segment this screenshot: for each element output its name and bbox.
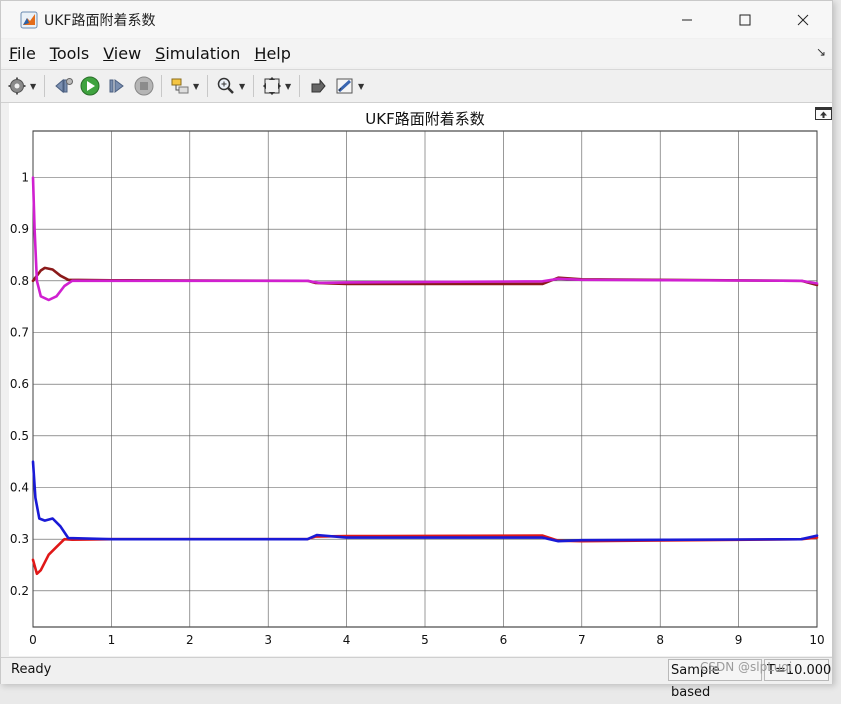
toolbar-separator [253,75,254,97]
menu-help-label: elp [266,43,291,63]
title-bar[interactable]: UKF路面附着系数 [1,1,832,38]
undock-button[interactable] [815,105,832,120]
x-tick-label: 3 [264,633,272,647]
toolbar-separator [299,75,300,97]
scope-window: UKF路面附着系数 File Tools View Simulation Hel… [0,0,833,700]
chart-title: UKF路面附着系数 [365,110,484,128]
watermark: CSDN @slpLuqi [700,660,793,674]
close-icon [797,14,809,25]
x-tick-label: 1 [108,633,116,647]
restore-icon [311,78,326,93]
y-tick-label: 0.7 [10,326,29,340]
stop-button[interactable] [133,75,155,97]
step-back-button[interactable] [52,75,74,97]
undock-icon [815,107,832,120]
y-tick-label: 0.5 [10,429,29,443]
x-tick-label: 0 [29,633,37,647]
run-button[interactable] [79,75,101,97]
menu-tools[interactable]: Tools [50,44,89,63]
run-icon [80,76,100,96]
menu-simulation[interactable]: Simulation [155,44,240,63]
x-tick-label: 2 [186,633,194,647]
step-back-icon [55,78,73,94]
menu-tools-mnemonic: T [49,43,57,63]
status-text: Ready [11,662,52,677]
menu-simulation-label: imulation [165,43,241,63]
step-forward-button[interactable] [106,75,128,97]
x-tick-label: 4 [343,633,351,647]
y-tick-label: 0.4 [10,481,29,495]
dock-arrow-icon[interactable]: ↘ [816,45,826,59]
menu-file-label: ile [17,43,36,63]
menu-simulation-mnemonic: S [155,43,166,63]
fit-view-button[interactable] [261,75,283,97]
line-chart[interactable]: 0 1 2 3 4 5 6 7 8 9 10 0.2 0.3 0.4 0.5 0.6 0.7 0.8 0.9 1 UKF… [9,103,832,656]
x-tick-label: 5 [421,633,429,647]
menu-bar: File Tools View Simulation Help ↘ [1,39,832,67]
fit-view-icon [263,77,281,95]
menu-view-label: iew [113,43,142,63]
restore-button[interactable] [307,75,329,97]
stop-icon [134,76,154,96]
window-title: UKF路面附着系数 [44,12,156,29]
x-tick-label: 9 [735,633,743,647]
matlab-logo-icon [20,11,38,28]
y-tick-label: 0.9 [10,222,29,236]
toolbar: ▼ ▼ ▼ ▼ ▼ [1,69,832,103]
toolbar-separator [207,75,208,97]
menu-file[interactable]: File [9,44,36,63]
menu-help-mnemonic: H [254,43,267,63]
menu-tools-label: ools [56,43,90,63]
fit-view-dropdown-icon[interactable]: ▼ [285,82,293,91]
menu-help[interactable]: Help [254,44,290,63]
zoom-icon [217,77,234,94]
gear-icon [8,77,26,95]
y-tick-label: 0.6 [10,377,29,391]
x-tick-label: 10 [809,633,824,647]
y-tick-label: 0.3 [10,532,29,546]
maximize-button[interactable] [716,1,774,38]
toolbar-separator [161,75,162,97]
y-tick-label: 0.2 [10,584,29,598]
y-tick-label: 0.8 [10,274,29,288]
step-forward-icon [109,79,124,93]
minimize-icon [682,19,692,20]
menu-view[interactable]: View [103,44,141,63]
y-tick-label: 1 [21,171,29,185]
settings-dropdown-icon[interactable]: ▼ [30,82,38,91]
scope-plot-area[interactable]: 0 1 2 3 4 5 6 7 8 9 10 0.2 0.3 0.4 0.5 0.6 0.7 0.8 0.9 1 UKF… [9,103,832,656]
style-button[interactable] [334,75,356,97]
highlight-block-icon [171,78,189,94]
x-tick-label: 7 [578,633,586,647]
menu-file-mnemonic: F [9,43,18,63]
settings-button[interactable] [6,75,28,97]
x-tick-label: 8 [656,633,664,647]
zoom-dropdown-icon[interactable]: ▼ [239,82,247,91]
style-icon [336,78,353,94]
menu-view-mnemonic: V [103,43,114,63]
toolbar-separator [44,75,45,97]
style-dropdown-icon[interactable]: ▼ [358,82,366,91]
maximize-icon [739,14,751,25]
x-tick-label: 6 [500,633,508,647]
highlight-dropdown-icon[interactable]: ▼ [193,82,201,91]
close-button[interactable] [774,1,832,38]
minimize-button[interactable] [658,1,716,38]
highlight-block-button[interactable] [169,75,191,97]
zoom-button[interactable] [215,75,237,97]
